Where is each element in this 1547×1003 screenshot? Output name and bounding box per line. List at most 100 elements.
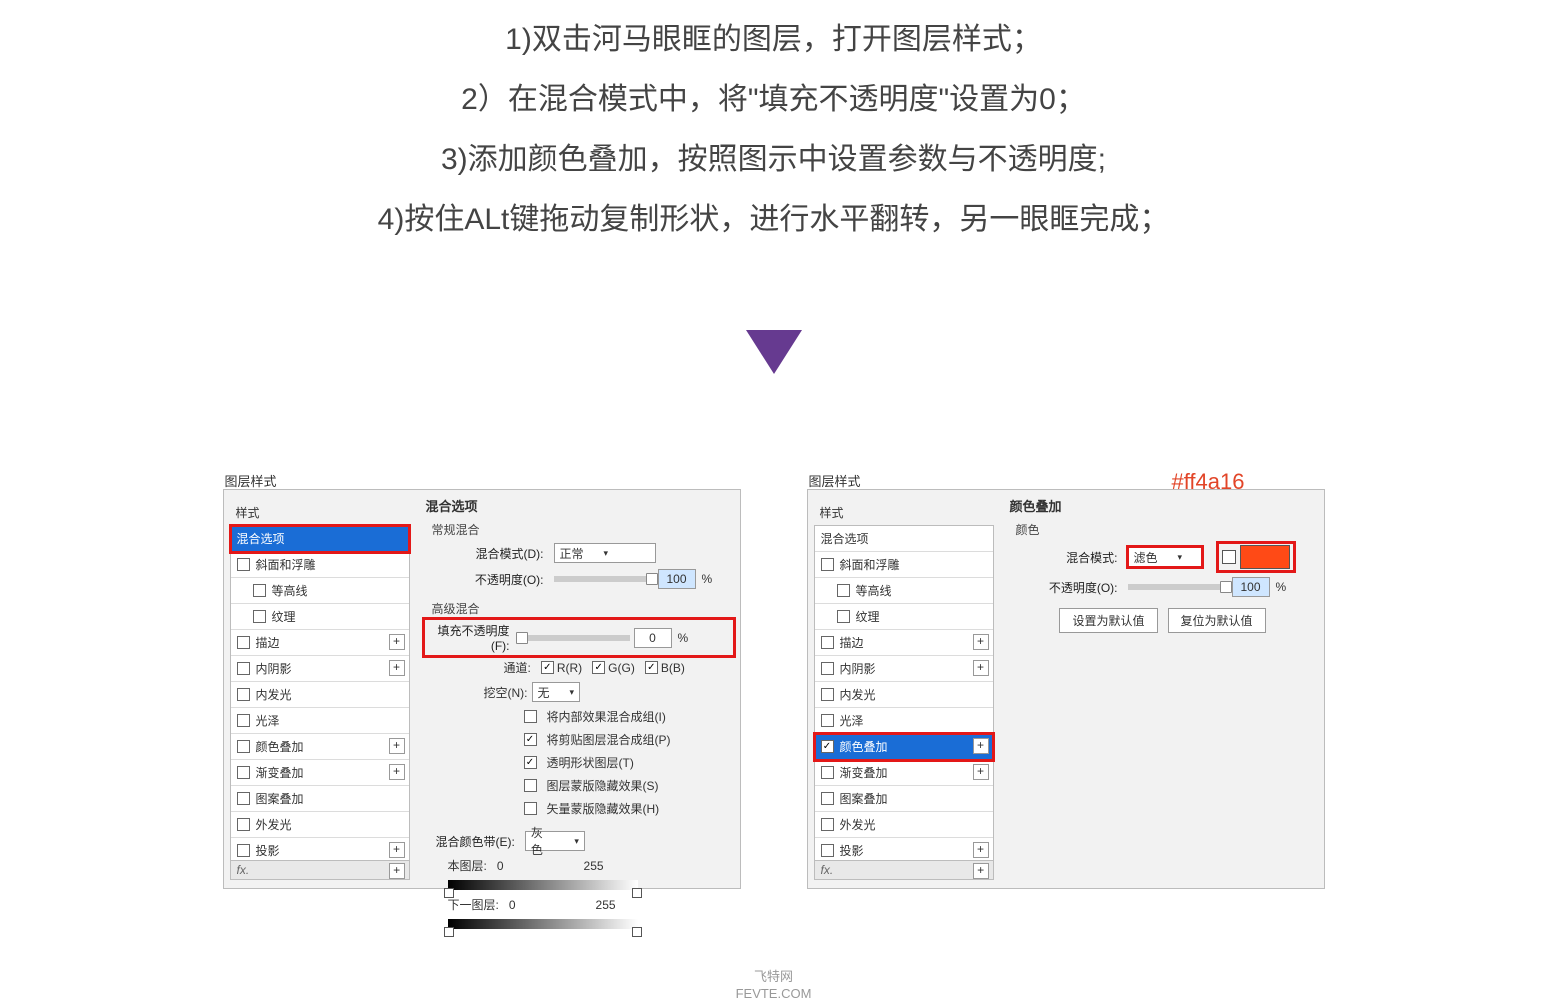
style-texture[interactable]: 纹理 <box>231 604 409 630</box>
style-stroke[interactable]: 描边+ <box>815 630 993 656</box>
checkbox-icon[interactable] <box>237 714 250 727</box>
checkbox-icon[interactable] <box>253 584 266 597</box>
fx-footer: fx. + <box>814 860 994 880</box>
checkbox-icon[interactable] <box>821 766 834 779</box>
checkbox-icon[interactable] <box>524 756 537 769</box>
style-list: 混合选项 斜面和浮雕 等高线 纹理 描边+ 内阴影+ 内发光 光泽 颜色叠加+ … <box>814 525 994 864</box>
opacity-slider[interactable] <box>554 576 654 582</box>
fx-label: fx. <box>237 863 250 877</box>
checkbox-icon[interactable] <box>524 710 537 723</box>
checkbox-icon[interactable] <box>524 779 537 792</box>
fill-opacity-slider[interactable] <box>520 635 630 641</box>
chevron-down-icon: ▾ <box>604 548 609 559</box>
style-blend-options[interactable]: 混合选项 <box>815 526 993 552</box>
checkbox-icon[interactable] <box>821 688 834 701</box>
checkbox-icon[interactable] <box>821 558 834 571</box>
fx-label: fx. <box>821 863 834 877</box>
style-pattern-overlay[interactable]: 图案叠加 <box>815 786 993 812</box>
overlay-blend-row: 混合模式: 滤色▾ <box>1008 540 1318 574</box>
advanced-blend-header: 高级混合 <box>424 598 734 619</box>
checkbox-icon[interactable] <box>524 802 537 815</box>
knockout-row: 挖空(N): 无▾ <box>424 679 734 705</box>
style-gradient-overlay[interactable]: 渐变叠加+ <box>231 760 409 786</box>
fill-opacity-input[interactable]: 0 <box>634 628 672 648</box>
checkbox-icon[interactable] <box>237 558 250 571</box>
checkbox-icon[interactable] <box>837 584 850 597</box>
overlay-opacity-input[interactable]: 100 <box>1232 577 1270 597</box>
style-color-overlay[interactable]: 颜色叠加+ <box>815 734 993 760</box>
checkbox-icon[interactable] <box>237 844 250 857</box>
style-inner-shadow[interactable]: 内阴影+ <box>815 656 993 682</box>
underlying-gradient[interactable] <box>448 919 638 929</box>
opacity-input[interactable]: 100 <box>658 569 696 589</box>
channels-row: 通道: R(R) G(G) B(B) <box>424 656 734 679</box>
fill-opacity-row: 填充不透明度(F): 0 % <box>424 619 734 656</box>
checkbox-icon[interactable] <box>821 844 834 857</box>
plus-icon[interactable]: + <box>973 660 989 676</box>
styles-header: 样式 <box>814 500 994 525</box>
blend-if-select[interactable]: 灰色▾ <box>525 831 585 851</box>
checkbox-icon[interactable] <box>237 662 250 675</box>
checkbox-icon[interactable] <box>524 733 537 746</box>
style-outer-glow[interactable]: 外发光 <box>231 812 409 838</box>
style-stroke[interactable]: 描边+ <box>231 630 409 656</box>
dialog-title: 图层样式 <box>225 471 277 490</box>
checkbox-icon[interactable] <box>821 740 834 753</box>
underlying-row: 下一图层: 0 255 <box>424 893 734 916</box>
style-satin[interactable]: 光泽 <box>231 708 409 734</box>
plus-icon[interactable]: + <box>389 660 405 676</box>
style-contour[interactable]: 等高线 <box>815 578 993 604</box>
checkbox-icon[interactable] <box>821 792 834 805</box>
plus-icon[interactable]: + <box>973 738 989 754</box>
checkbox-icon[interactable] <box>821 818 834 831</box>
instruction-line: 4)按住ALt键拖动复制形状，进行水平翻转，另一眼眶完成； <box>0 190 1547 250</box>
watermark: 飞特网 FEVTE.COM <box>736 969 812 1003</box>
style-pattern-overlay[interactable]: 图案叠加 <box>231 786 409 812</box>
blend-mode-select[interactable]: 正常▾ <box>554 543 656 563</box>
this-layer-gradient[interactable] <box>448 880 638 890</box>
checkbox-icon[interactable] <box>237 818 250 831</box>
set-default-button[interactable]: 设置为默认值 <box>1059 608 1157 633</box>
style-gradient-overlay[interactable]: 渐变叠加+ <box>815 760 993 786</box>
style-blend-options[interactable]: 混合选项 <box>231 526 409 552</box>
plus-icon[interactable]: + <box>973 764 989 780</box>
plus-icon[interactable]: + <box>973 863 989 879</box>
instruction-block: 1)双击河马眼眶的图层，打开图层样式； 2）在混合模式中，将"填充不透明度"设置… <box>0 0 1547 250</box>
checkbox-icon[interactable] <box>645 661 658 674</box>
reset-default-button[interactable]: 复位为默认值 <box>1168 608 1266 633</box>
checkbox-icon[interactable] <box>237 740 250 753</box>
plus-icon[interactable]: + <box>389 738 405 754</box>
plus-icon[interactable]: + <box>389 634 405 650</box>
checkbox-icon[interactable] <box>821 662 834 675</box>
overlay-blend-select[interactable]: 滤色▾ <box>1128 547 1202 567</box>
checkbox-icon[interactable] <box>237 636 250 649</box>
checkbox-icon[interactable] <box>821 714 834 727</box>
checkbox-icon[interactable] <box>237 792 250 805</box>
plus-icon[interactable]: + <box>389 764 405 780</box>
style-inner-glow[interactable]: 内发光 <box>815 682 993 708</box>
checkbox-icon[interactable] <box>837 610 850 623</box>
style-inner-glow[interactable]: 内发光 <box>231 682 409 708</box>
plus-icon[interactable]: + <box>389 863 405 879</box>
overlay-color-swatch[interactable] <box>1240 545 1290 569</box>
knockout-select[interactable]: 无▾ <box>532 682 580 702</box>
styles-header: 样式 <box>230 500 410 525</box>
plus-icon[interactable]: + <box>973 842 989 858</box>
style-bevel[interactable]: 斜面和浮雕 <box>815 552 993 578</box>
style-satin[interactable]: 光泽 <box>815 708 993 734</box>
plus-icon[interactable]: + <box>973 634 989 650</box>
checkbox-icon[interactable] <box>237 766 250 779</box>
style-contour[interactable]: 等高线 <box>231 578 409 604</box>
style-inner-shadow[interactable]: 内阴影+ <box>231 656 409 682</box>
checkbox-icon[interactable] <box>592 661 605 674</box>
checkbox-icon[interactable] <box>237 688 250 701</box>
checkbox-icon[interactable] <box>253 610 266 623</box>
style-outer-glow[interactable]: 外发光 <box>815 812 993 838</box>
style-color-overlay[interactable]: 颜色叠加+ <box>231 734 409 760</box>
plus-icon[interactable]: + <box>389 842 405 858</box>
checkbox-icon[interactable] <box>821 636 834 649</box>
style-texture[interactable]: 纹理 <box>815 604 993 630</box>
style-bevel[interactable]: 斜面和浮雕 <box>231 552 409 578</box>
checkbox-icon[interactable] <box>541 661 554 674</box>
overlay-opacity-slider[interactable] <box>1128 584 1228 590</box>
